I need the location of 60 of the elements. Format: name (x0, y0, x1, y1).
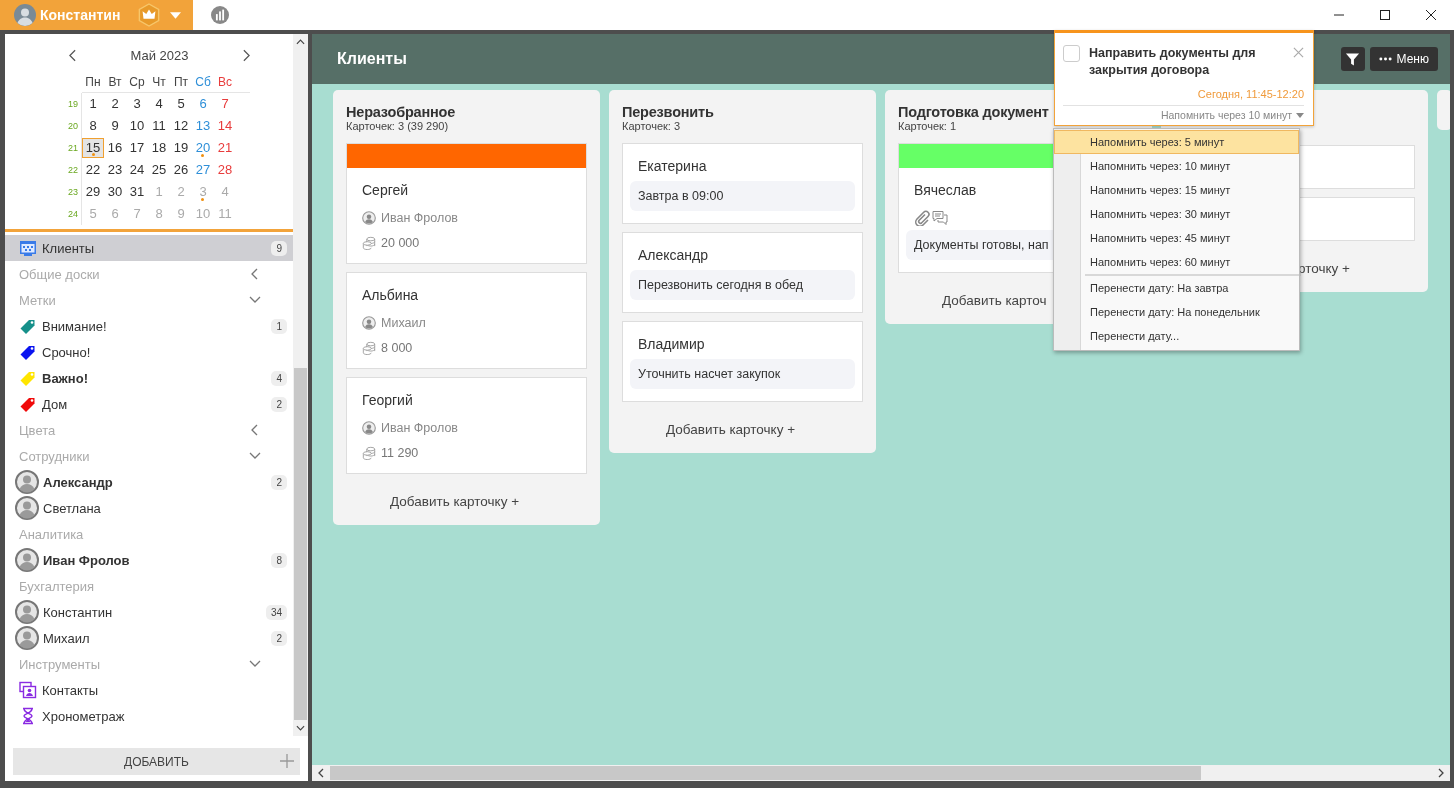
week-number: 22 (65, 159, 82, 181)
item-label: Клиенты (42, 240, 96, 256)
week-number: 23 (65, 181, 82, 203)
count-badge: 1 (271, 318, 287, 334)
card-title: Александр (638, 247, 709, 263)
group-header: Бухгалтерия (18, 577, 96, 596)
reminder-time: Сегодня, 11:45-12:20 (1197, 88, 1304, 100)
card-count: Карточек: 3 (39 290) (346, 119, 449, 132)
assignee-name: Михаил (381, 315, 426, 330)
reminder-title: Направить документы для закрытия договора (1089, 45, 1257, 79)
item-label: Важно! (42, 370, 89, 386)
item-label: Александр (43, 474, 114, 490)
item-label: Внимание! (42, 318, 108, 334)
item-label: Дом (42, 396, 69, 412)
item-label: Константин (43, 604, 114, 620)
item-label: Иван Фролов (43, 552, 131, 568)
card-title: Альбина (362, 287, 419, 303)
count-badge: 2 (271, 396, 287, 412)
card-note: Перезвонить сегодня в обед (630, 270, 855, 300)
board-title: Клиенты (337, 50, 407, 68)
weekday-label: Вс (217, 75, 233, 89)
item-label: Срочно! (42, 344, 92, 360)
week-number: 19 (65, 93, 82, 115)
card-title: Георгий (362, 392, 413, 408)
card-count: Карточек: 3 (622, 119, 681, 132)
card-count: Карточек: 1 (898, 119, 957, 132)
group-header: Аналитика (18, 525, 85, 544)
column-title: Перезвонить (622, 103, 715, 120)
weekday-label: Чт (151, 75, 167, 89)
count-badge: 9 (271, 240, 287, 256)
assignee-name: Иван Фролов (381, 420, 458, 435)
week-number: 24 (65, 203, 82, 225)
item-label: Хронометраж (42, 708, 126, 724)
column-title: Подготовка документ (898, 103, 1050, 120)
weekday-label: Ср (128, 75, 146, 89)
weekday-label: Сб (194, 75, 212, 89)
item-label: Михаил (43, 630, 91, 646)
card-amount: 8 000 (381, 340, 413, 355)
assignee-name: Иван Фролов (381, 210, 458, 225)
count-badge: 4 (271, 370, 287, 386)
weekday-label: Пт (172, 75, 190, 89)
card-title: Сергей (362, 182, 409, 198)
card-amount: 20 000 (381, 235, 420, 250)
month-title: Май 2023 (130, 47, 189, 63)
weekday-label: Пн (84, 75, 102, 89)
card-amount: 11 290 (381, 445, 419, 460)
count-badge: 34 (265, 604, 287, 620)
item-label: Светлана (43, 500, 102, 516)
count-badge: 8 (271, 552, 287, 568)
weekday-label: Вт (107, 75, 123, 89)
count-badge: 2 (271, 630, 287, 646)
card-title: Екатерина (638, 158, 707, 174)
item-label: Контакты (42, 682, 100, 698)
card-title: Вячеслав (914, 182, 977, 198)
card-note: Уточнить насчет закупок (630, 359, 855, 389)
count-badge: 2 (271, 474, 287, 490)
card-note: Завтра в 09:00 (630, 181, 855, 211)
card-title: Владимир (638, 336, 705, 352)
column-title: Неразобранное (346, 103, 457, 120)
week-number: 20 (65, 115, 82, 137)
